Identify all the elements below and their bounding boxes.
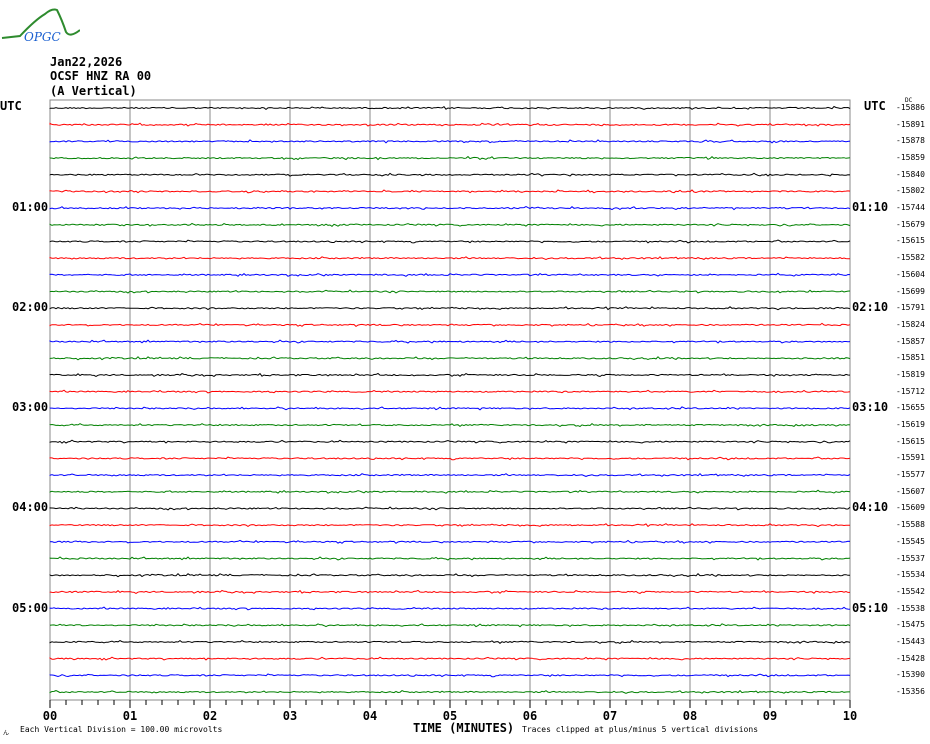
- dc-offset-label: -15802: [896, 186, 925, 196]
- dc-offset-label: -15791: [896, 303, 925, 313]
- dc-offset-label: -15607: [896, 486, 925, 496]
- dc-offset-label: -15878: [896, 136, 925, 146]
- dc-offset-label: -15744: [896, 203, 925, 213]
- dc-offset-label: -15591: [896, 453, 925, 463]
- dc-offset-label: -15428: [896, 653, 925, 663]
- left-time-label: 02:00: [12, 300, 49, 315]
- left-time-label: 04:00: [12, 500, 49, 515]
- x-tick-label: 06: [523, 709, 537, 723]
- x-tick-label: 01: [123, 709, 137, 723]
- dc-offset-label: -15819: [896, 369, 925, 379]
- dc-offset-label: -15840: [896, 169, 925, 179]
- dc-offset-label: -15534: [896, 570, 925, 580]
- dc-offset-label: -15824: [896, 319, 925, 329]
- right-time-label: 03:10: [852, 400, 889, 415]
- left-time-label: 05:00: [12, 600, 49, 615]
- dc-offset-label: -15859: [896, 153, 925, 163]
- dc-offset-label: -15582: [896, 253, 925, 263]
- dc-offset-label: -15615: [896, 436, 925, 446]
- right-time-label: 05:10: [852, 600, 889, 615]
- dc-offset-label: -15390: [896, 670, 925, 680]
- dc-offset-label: -15851: [896, 353, 925, 363]
- dc-offset-label: -15537: [896, 553, 925, 563]
- dc-offset-label: -15604: [896, 269, 925, 279]
- dc-offset-label: -15542: [896, 586, 925, 596]
- x-axis-title: TIME (MINUTES): [413, 721, 515, 735]
- right-time-label: 04:10: [852, 500, 889, 515]
- x-tick-label: 02: [203, 709, 217, 723]
- x-tick-label: 09: [763, 709, 777, 723]
- dc-offset-label: -15475: [896, 620, 925, 630]
- left-time-label: 01:00: [12, 200, 49, 215]
- dc-offset-label: -15891: [896, 119, 925, 129]
- dc-offset-label: -15655: [896, 403, 925, 413]
- dc-offset-label: -15619: [896, 420, 925, 430]
- left-time-label: 03:00: [12, 400, 49, 415]
- dc-offset-label: -15886: [896, 103, 925, 112]
- dc-offset-label: -15545: [896, 536, 925, 546]
- right-time-label: 01:10: [852, 200, 889, 215]
- helicorder-plot: 00 01 02 03 04 05 06 07 08 09 10: [43, 99, 857, 723]
- x-tick-label: 07: [603, 709, 617, 723]
- clip-note: Traces clipped at plus/minus 5 vertical …: [522, 725, 759, 734]
- dc-offset-label: -15615: [896, 236, 925, 246]
- scale-note: Each Vertical Division = 100.00 microvol…: [20, 725, 223, 734]
- dc-offset-label: -15577: [896, 470, 925, 480]
- dc-offset-label: -15699: [896, 286, 925, 296]
- dc-offset-label: -15443: [896, 636, 925, 646]
- x-tick-label: 08: [683, 709, 697, 723]
- right-time-label: 02:10: [852, 300, 889, 315]
- dc-offset-label: -15609: [896, 503, 925, 513]
- x-tick-label: 00: [43, 709, 57, 723]
- dc-offset-label: -15712: [896, 386, 925, 396]
- dc-offset-label: -15857: [896, 336, 925, 346]
- x-tick-label: 10: [843, 709, 857, 723]
- right-axis-title: UTC: [864, 99, 886, 113]
- left-axis-title: UTC: [0, 99, 22, 113]
- dc-offset-label: -15356: [896, 687, 925, 696]
- dc-offset-label: -15679: [896, 219, 925, 229]
- corner-mark: ん: [3, 730, 10, 737]
- dc-offset-label: -15588: [896, 520, 925, 530]
- dc-offset-label: -15538: [896, 603, 925, 613]
- x-tick-label: 03: [283, 709, 297, 723]
- x-tick-label: 04: [363, 709, 377, 723]
